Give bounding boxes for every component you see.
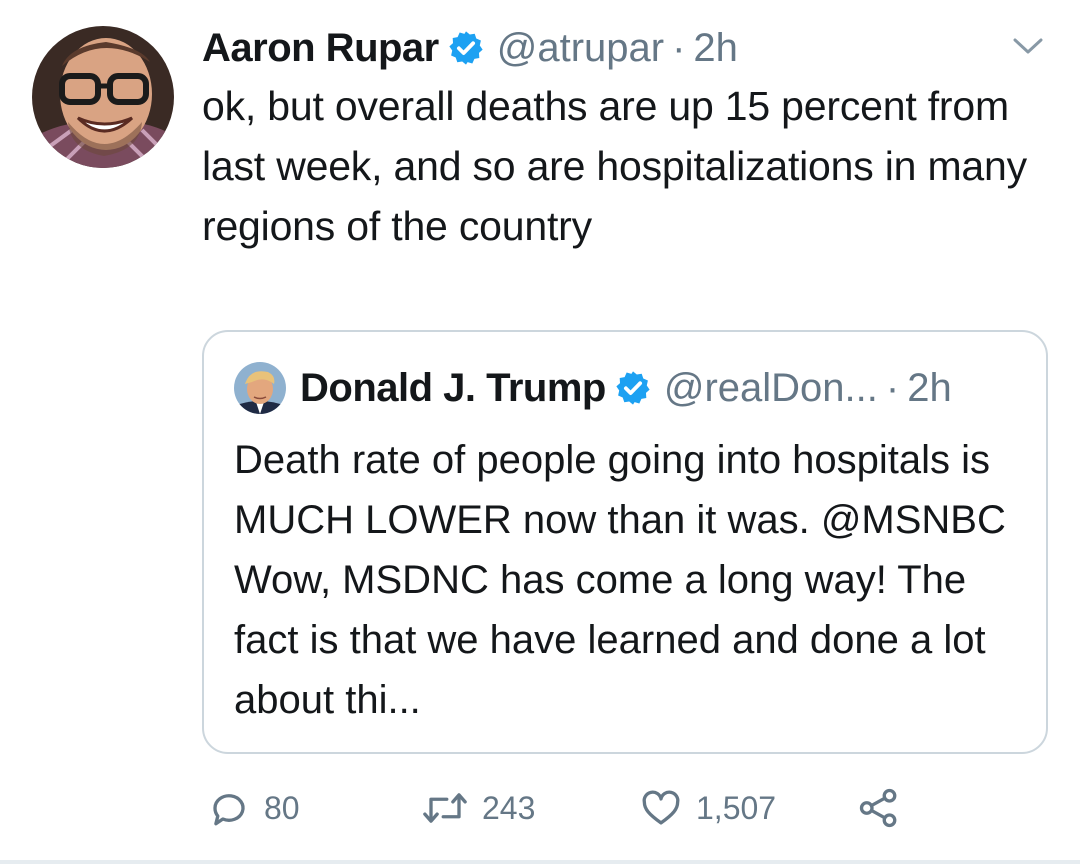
quoted-author-avatar[interactable] (234, 362, 286, 414)
quoted-tweet-text: Death rate of people going into hospital… (234, 438, 1029, 722)
author-handle[interactable]: @atrupar (497, 26, 664, 71)
quoted-author-name[interactable]: Donald J. Trump (300, 366, 606, 411)
quoted-tweet-timestamp[interactable]: 2h (907, 366, 952, 411)
tweet-actions: 80 243 1,507 (202, 784, 962, 832)
reply-button[interactable]: 80 (208, 784, 300, 832)
retweet-icon (422, 787, 468, 829)
share-icon (858, 787, 900, 829)
verified-badge-icon (614, 369, 652, 407)
tweet[interactable]: Aaron Rupar @atrupar · 2h ok, but overal… (0, 0, 1080, 864)
quoted-tweet[interactable]: Donald J. Trump @realDon... · 2h Death r… (202, 330, 1048, 754)
tweet-header: Aaron Rupar @atrupar · 2h (202, 24, 738, 72)
share-button[interactable] (858, 784, 900, 832)
reply-icon (208, 787, 250, 829)
retweet-count: 243 (482, 789, 536, 826)
quoted-author-handle[interactable]: @realDon... (664, 366, 878, 411)
divider (0, 860, 1080, 864)
chevron-down-icon[interactable] (1012, 34, 1044, 58)
retweet-button[interactable]: 243 (422, 784, 535, 832)
tweet-text: ok, but overall deaths are up 15 percent… (202, 83, 1027, 249)
author-name[interactable]: Aaron Rupar (202, 26, 439, 71)
quoted-tweet-header: Donald J. Trump @realDon... · 2h (234, 362, 952, 414)
tweet-timestamp[interactable]: 2h (693, 26, 738, 71)
heart-icon (640, 787, 682, 829)
author-avatar[interactable] (32, 26, 174, 168)
reply-count: 80 (264, 789, 300, 826)
like-button[interactable]: 1,507 (640, 784, 776, 832)
verified-badge-icon (447, 29, 485, 67)
separator-dot: · (885, 365, 900, 410)
separator-dot: · (672, 25, 686, 70)
like-count: 1,507 (696, 789, 777, 826)
